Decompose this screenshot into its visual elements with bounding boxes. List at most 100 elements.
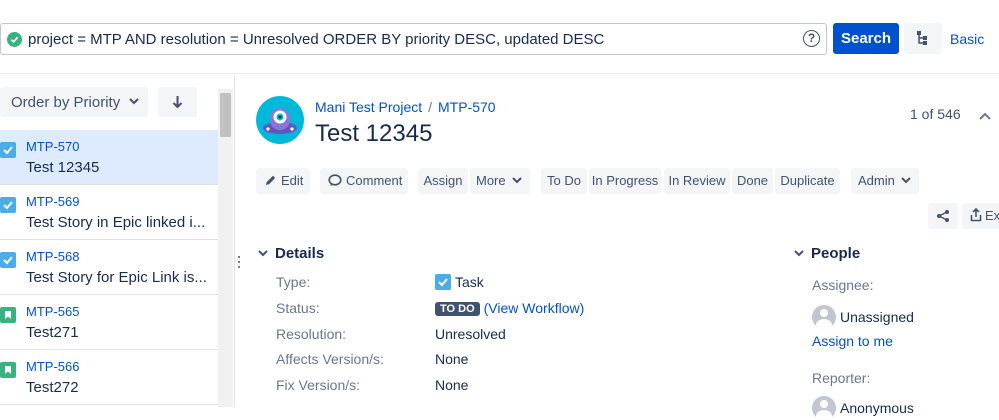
arrow-down-icon [172,96,183,109]
reporter-value: Anonymous [812,396,914,420]
view-workflow-link[interactable]: (View Workflow) [484,300,585,316]
order-by-dropdown[interactable]: Order by Priority [0,87,148,117]
admin-button[interactable]: Admin [851,168,919,194]
transition-todo-label: To Do [547,173,581,188]
avatar [812,396,836,420]
resolution-label: Resolution: [276,326,347,342]
transition-duplicate-button[interactable]: Duplicate [775,168,840,194]
list-item[interactable]: MTP-565 Test271 [0,295,218,350]
order-by-label: Order by Priority [11,94,121,111]
comment-icon [328,174,342,186]
fix-version-value: None [435,377,469,393]
resolution-value: Unresolved [435,326,506,342]
help-icon[interactable]: ? [803,30,820,47]
export-label: Ex [985,208,999,223]
details-heading: Details [275,245,325,262]
project-avatar-icon [256,96,304,144]
assign-label: Assign [423,173,463,188]
comment-label: Comment [346,173,403,188]
chevron-down-icon [129,98,139,105]
type-value-text: Task [455,274,484,290]
assign-button[interactable]: Assign [418,168,468,194]
breadcrumb: Mani Test Project / MTP-570 [315,99,496,115]
jql-query-text[interactable]: project = MTP AND resolution = Unresolve… [28,31,604,48]
details-section-header[interactable]: Details [258,245,324,262]
export-button[interactable]: Ex [962,203,999,229]
transition-done-button[interactable]: Done [732,168,773,194]
search-button[interactable]: Search [833,23,899,54]
issue-key[interactable]: MTP-566 [26,359,79,374]
transition-in-progress-label: In Progress [591,173,659,188]
issue-pager: 1 of 546 [910,106,961,122]
task-type-icon [0,252,16,268]
issue-title[interactable]: Test 12345 [315,120,432,148]
reporter-name: Anonymous [840,400,914,416]
chevron-down-icon [794,250,804,257]
task-type-icon [0,197,16,213]
chevron-down-icon [512,177,522,184]
list-item[interactable]: MTP-570 Test 12345 [0,130,218,185]
edit-label: Edit [281,173,304,188]
issue-key[interactable]: MTP-565 [26,304,79,319]
issue-list-panel: Order by Priority MTP-570 Test 12345 MTP… [0,75,235,407]
more-button[interactable]: More [470,168,530,194]
people-heading: People [811,245,861,262]
chevron-down-icon [901,177,912,184]
transition-todo-button[interactable]: To Do [541,168,587,194]
assignee-value: Unassigned [812,305,914,329]
issue-summary: Test 12345 [26,159,100,176]
people-section-header[interactable]: People [794,245,860,262]
jql-query-input[interactable]: project = MTP AND resolution = Unresolve… [0,23,827,55]
export-icon [970,207,982,222]
share-icon [937,210,949,222]
affects-version-value: None [435,351,469,367]
status-value: TO DO (View Workflow) [435,300,584,316]
comment-button[interactable]: Comment [320,168,408,194]
transition-duplicate-label: Duplicate [780,173,835,188]
admin-label: Admin [858,173,895,188]
issue-summary: Test Story for Epic Link is... [26,269,207,286]
list-item[interactable]: MTP-568 Test Story for Epic Link is... [0,240,218,295]
status-label: Status: [276,300,320,316]
chevron-down-icon [258,250,268,257]
list-item[interactable]: MTP-569 Test Story in Epic linked i... [0,185,218,240]
hierarchy-icon [917,31,927,45]
basic-search-link[interactable]: Basic [950,31,984,47]
reporter-label: Reporter: [812,370,871,386]
panel-resize-handle[interactable] [237,256,241,272]
breadcrumb-separator: / [428,99,433,115]
avatar [812,305,836,329]
issue-summary: Test272 [26,379,79,396]
issue-summary: Test Story in Epic linked i... [26,214,206,231]
list-item[interactable]: MTP-566 Test272 [0,350,218,405]
task-icon [435,274,451,290]
issue-list: MTP-570 Test 12345 MTP-569 Test Story in… [0,130,218,405]
list-scrollbar-thumb[interactable] [220,93,231,137]
issue-key[interactable]: MTP-568 [26,249,79,264]
chevron-up-icon[interactable] [979,112,991,120]
transition-in-progress-button[interactable]: In Progress [589,168,661,194]
issue-key[interactable]: MTP-569 [26,194,79,209]
pencil-icon [266,175,276,185]
assignee-label: Assignee: [812,277,874,293]
issue-summary: Test271 [26,324,79,341]
project-link[interactable]: Mani Test Project [315,99,422,115]
switch-view-button[interactable] [904,23,942,54]
affects-version-label: Affects Version/s: [276,351,384,367]
more-label: More [476,173,506,188]
issue-key-link[interactable]: MTP-570 [438,99,496,115]
sort-direction-button[interactable] [158,87,197,117]
share-button[interactable] [928,203,958,229]
status-badge: TO DO [435,302,480,316]
assign-to-me-link[interactable]: Assign to me [812,333,893,349]
transition-in-review-button[interactable]: In Review [664,168,730,194]
transition-done-label: Done [736,173,769,188]
edit-button[interactable]: Edit [256,168,310,194]
assignee-name: Unassigned [840,309,914,325]
valid-query-icon [7,32,22,47]
type-value: Task [435,274,484,290]
issue-key[interactable]: MTP-570 [26,139,79,154]
transition-in-review-label: In Review [668,173,726,188]
project-avatar[interactable] [256,96,304,144]
search-bar: project = MTP AND resolution = Unresolve… [0,0,999,74]
